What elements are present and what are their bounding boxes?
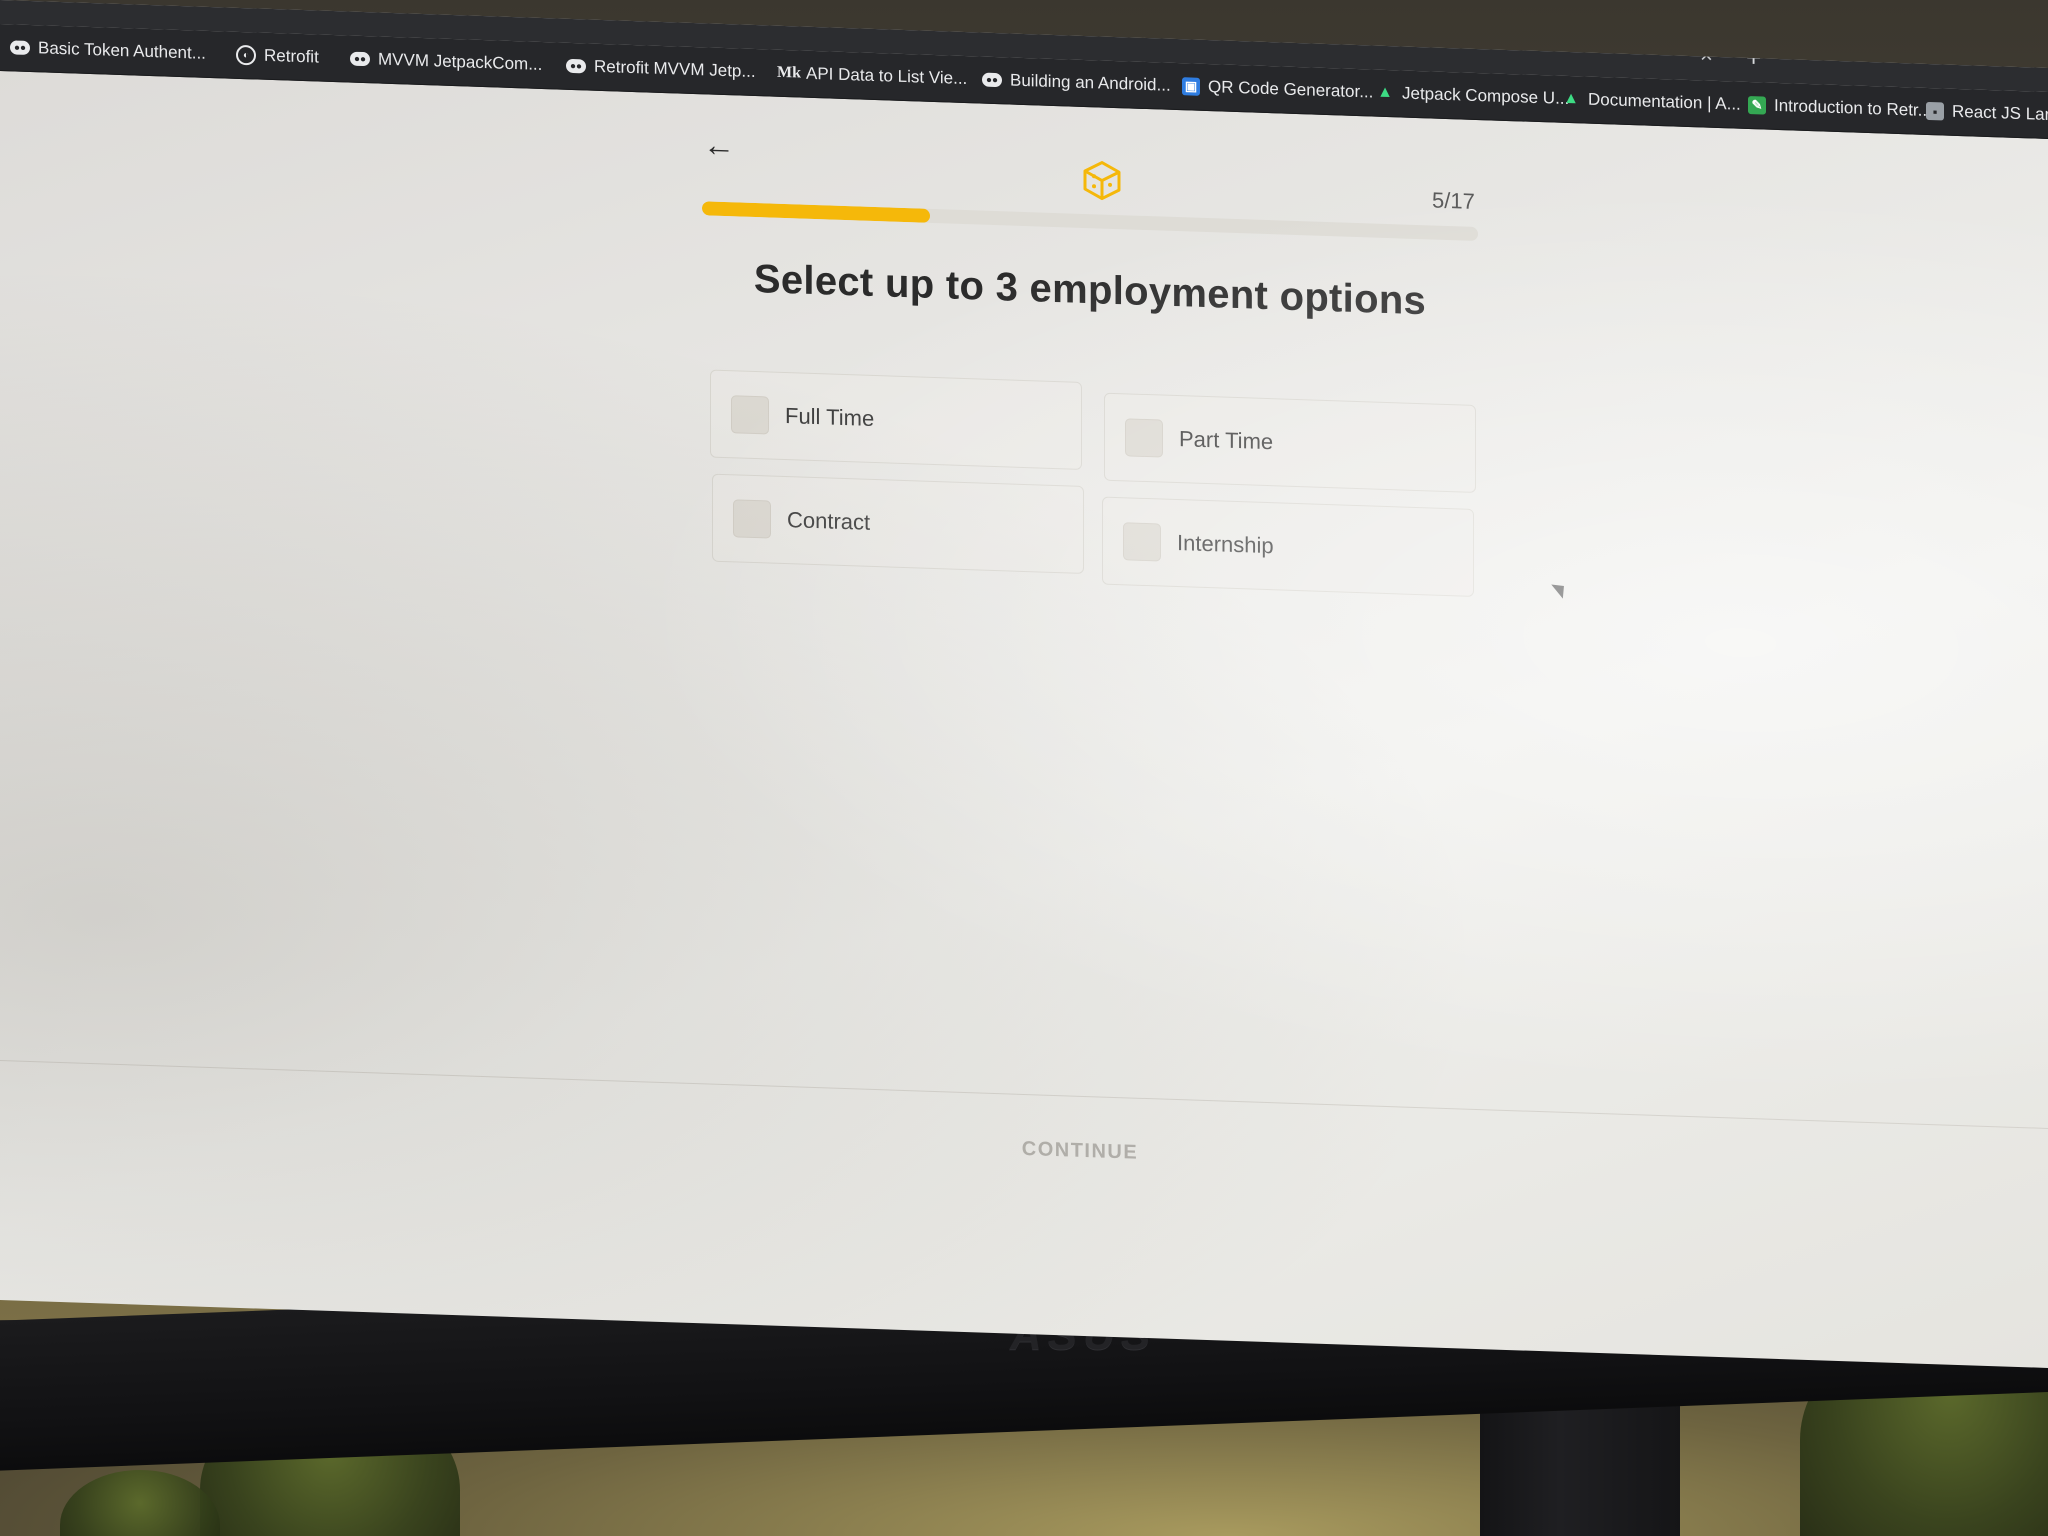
bookmark-item[interactable]: ▲ Documentation | A... xyxy=(1562,85,1741,119)
option-full-time[interactable]: Full Time xyxy=(710,369,1082,470)
option-label: Part Time xyxy=(1179,426,1274,455)
option-checkbox[interactable] xyxy=(733,499,771,539)
option-checkbox[interactable] xyxy=(731,395,769,435)
bookmark-label: QR Code Generator... xyxy=(1208,77,1374,102)
bookmark-item[interactable]: ◐ Retrofit xyxy=(236,41,319,72)
progress-bar xyxy=(702,201,1478,242)
medium-icon: ●● xyxy=(10,40,30,55)
bookmark-item[interactable]: ▣ QR Code Generator... xyxy=(1182,72,1373,106)
option-contract[interactable]: Contract xyxy=(712,473,1084,574)
bookmark-label: Documentation | A... xyxy=(1588,89,1741,114)
bookmark-label: Building an Android... xyxy=(1010,70,1171,95)
bookmark-item[interactable]: ●● Retrofit MVVM Jetp... xyxy=(566,52,756,86)
bookmark-label: Introduction to Retr... xyxy=(1774,95,1932,121)
bookmark-item[interactable]: ✎ Introduction to Retr... xyxy=(1748,91,1932,125)
medium-icon: ●● xyxy=(566,58,586,74)
bookmark-label: React JS Laravel xyxy=(1952,101,2048,126)
bookmark-label: MVVM JetpackCom... xyxy=(378,49,543,74)
option-label: Contract xyxy=(787,507,871,535)
photo-scene: ASUS ...boarding/2/quiz?utm_source=googl… xyxy=(0,0,2048,1536)
option-label: Internship xyxy=(1177,530,1274,559)
bookmark-label: Jetpack Compose U... xyxy=(1402,83,1570,109)
progress-counter: 5/17 xyxy=(1432,187,1475,214)
mk-icon: Mk xyxy=(777,63,801,82)
bookmark-label: Basic Token Authent... xyxy=(38,38,206,63)
monitor-screen: ...boarding/2/quiz?utm_source=google&utm… xyxy=(0,0,2048,1368)
medium-icon: ●● xyxy=(350,51,370,67)
cube-logo-icon xyxy=(1083,161,1121,201)
bookmark-item[interactable]: ▲ Jetpack Compose U... xyxy=(1376,79,1569,113)
page-icon: ▪ xyxy=(1926,101,1944,121)
option-checkbox[interactable] xyxy=(1125,418,1163,458)
bookmark-item[interactable]: ●● MVVM JetpackCom... xyxy=(350,45,542,79)
progress-bar-fill xyxy=(702,201,931,223)
tab-close-icon[interactable]: × xyxy=(1700,42,1713,68)
new-tab-icon[interactable]: + xyxy=(1746,42,1761,74)
medium-icon: ●● xyxy=(982,72,1002,88)
qr-code-icon: ▣ xyxy=(1182,77,1200,96)
option-checkbox[interactable] xyxy=(1123,522,1161,562)
bookmark-item[interactable]: ●● Basic Token Authent... xyxy=(10,33,206,67)
android-icon: ▲ xyxy=(1563,89,1579,108)
back-button[interactable]: ← xyxy=(702,126,736,163)
option-label: Full Time xyxy=(785,403,875,432)
bookmark-item[interactable]: Mk API Data to List Vie... xyxy=(777,59,968,93)
question-title: Select up to 3 employment options xyxy=(753,257,1427,324)
continue-button[interactable]: CONTINUE xyxy=(960,1122,1200,1180)
option-part-time[interactable]: Part Time xyxy=(1104,392,1476,493)
option-internship[interactable]: Internship xyxy=(1102,496,1474,597)
mouse-cursor-icon xyxy=(1551,578,1570,599)
bookmark-label: API Data to List Vie... xyxy=(806,63,968,89)
bookmark-item[interactable]: ▪ React JS Laravel xyxy=(1926,97,2048,130)
globe-icon: ◐ xyxy=(236,44,256,66)
bookmark-item[interactable]: ●● Building an Android... xyxy=(982,66,1171,100)
bookmark-label: Retrofit MVVM Jetp... xyxy=(594,56,756,82)
android-icon: ▲ xyxy=(1377,83,1393,102)
document-icon: ✎ xyxy=(1748,95,1766,115)
footer-divider xyxy=(0,1060,2048,1129)
bookmark-label: Retrofit xyxy=(264,45,319,67)
